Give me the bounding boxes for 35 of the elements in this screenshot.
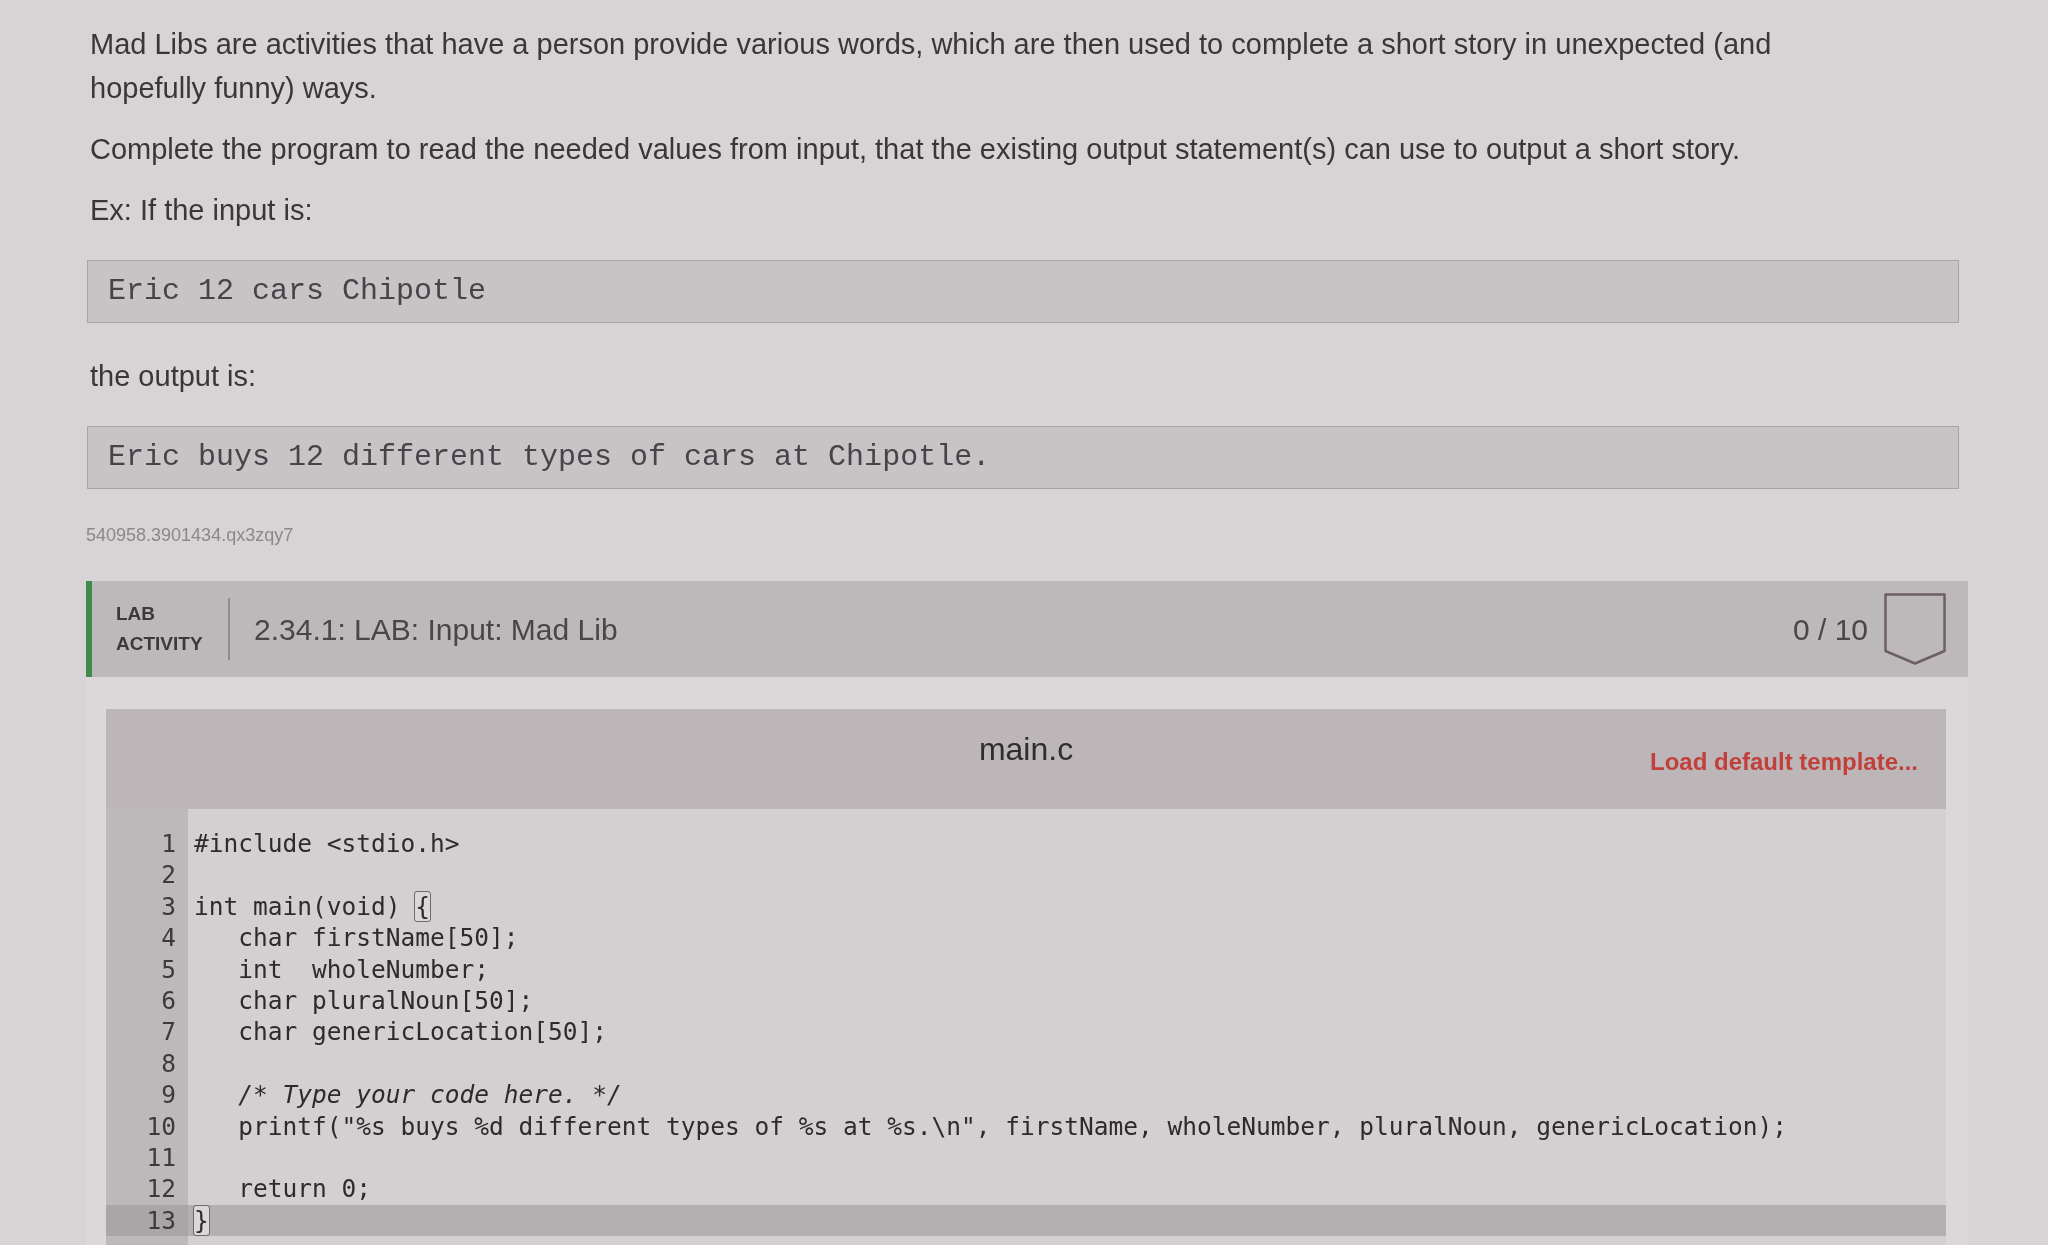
code-sample: Eric buys 12 different types of cars at Chipotle. <box>87 426 1959 489</box>
line-number: 6 <box>160 985 177 1017</box>
line-number: 12 <box>145 1173 177 1205</box>
code-line: /* Type your code here. */ <box>237 1079 622 1111</box>
code-line: char pluralNoun[50]; <box>237 985 534 1017</box>
activity-id: 540958.3901434.qx3zqy7 <box>86 525 294 545</box>
score-text: 0 / 10 <box>1792 611 1868 648</box>
code-line: char firstName[50]; <box>237 922 519 954</box>
line-number: 9 <box>160 1079 177 1111</box>
code-line: int wholeNumber; <box>237 953 489 985</box>
shield-icon <box>1884 593 1946 665</box>
line-number: 13 <box>106 1204 188 1237</box>
line-number: 11 <box>145 1142 177 1174</box>
line-number: 2 <box>160 859 177 891</box>
instruction-text: the output is: <box>90 359 257 394</box>
lab-title: 2.34.1: LAB: Input: Mad Lib <box>254 611 618 648</box>
code-line: char genericLocation[50]; <box>237 1016 607 1048</box>
code-sample: Eric 12 cars Chipotle <box>87 260 1959 323</box>
code-line: #include <stdio.h> <box>193 828 460 860</box>
line-number: 7 <box>160 1016 177 1048</box>
instruction-text: Mad Libs are activities that have a person provide various words, which are then used to complete a short story in unexpected (and hopefully funny) ways. <box>90 27 1773 106</box>
code-line: int main(void) { <box>193 890 431 923</box>
instruction-text: Complete the program to read the needed values from input, that the existing output statement(s) can use to output a short story. <box>90 132 1741 167</box>
code-line: printf("%s buys %d different types of %s at %s.\n", firstName, wholeNumber, pluralNoun, genericLocation); <box>237 1110 1788 1143</box>
line-number: 10 <box>145 1110 177 1143</box>
line-number: 4 <box>160 922 177 954</box>
load-template-link[interactable]: Load default template... <box>1649 744 1918 780</box>
line-number: 8 <box>160 1047 177 1080</box>
line-number: 3 <box>160 890 177 923</box>
instruction-text: Ex: If the input is: <box>90 193 313 228</box>
lab-label: LAB ACTIVITY <box>116 602 204 656</box>
line-number: 1 <box>160 828 177 860</box>
code-line: return 0; <box>237 1173 371 1205</box>
file-name: main.c <box>978 730 1074 769</box>
line-number: 5 <box>160 953 177 986</box>
